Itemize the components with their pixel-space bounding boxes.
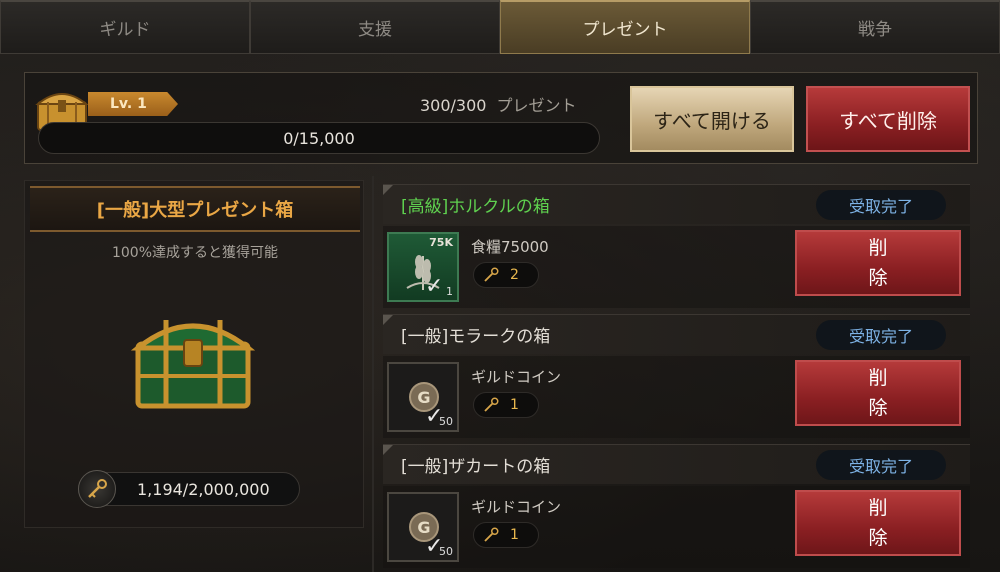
progress-text: 0/15,000 bbox=[283, 128, 355, 148]
key-cost: 2 bbox=[473, 262, 539, 288]
key-cost: 1 bbox=[473, 522, 539, 548]
gift-item-body: 75K ✓ 1 食糧75000 2 削 除 bbox=[383, 226, 970, 308]
gift-item-title: [一般]ザカートの箱 bbox=[401, 457, 551, 477]
reward-name: ギルドコイン bbox=[471, 368, 562, 386]
tab-present[interactable]: プレゼント bbox=[500, 0, 750, 54]
key-cost: 1 bbox=[473, 392, 539, 418]
delete-label-line2: 除 bbox=[868, 397, 888, 419]
key-icon bbox=[484, 527, 499, 542]
open-all-button[interactable]: すべて開ける bbox=[630, 86, 794, 152]
received-status-badge: 受取完了 bbox=[816, 190, 946, 220]
gift-item-body: G ✓ 50 ギルドコイン 1 削 除 bbox=[383, 486, 970, 568]
delete-button[interactable]: 削 除 bbox=[795, 230, 961, 296]
reward-count: 50 bbox=[439, 545, 453, 558]
large-present-subtitle: 100%達成すると獲得可能 bbox=[111, 245, 279, 261]
check-icon: ✓ bbox=[425, 274, 444, 299]
reward-thumbnail: G ✓ 50 bbox=[387, 362, 459, 432]
tab-support[interactable]: 支援 bbox=[250, 0, 500, 54]
panel-divider bbox=[372, 176, 374, 572]
reward-thumbnail: 75K ✓ 1 bbox=[387, 232, 459, 302]
large-present-title: [一般]大型プレゼント箱 bbox=[30, 186, 360, 232]
key-cost-value: 1 bbox=[510, 527, 519, 543]
gift-item-header: [高級]ホルクルの箱 受取完了 bbox=[383, 184, 970, 224]
reward-count: 1 bbox=[446, 285, 453, 298]
key-icon bbox=[78, 470, 116, 508]
gift-item-header: [一般]ザカートの箱 受取完了 bbox=[383, 444, 970, 484]
delete-button[interactable]: 削 除 bbox=[795, 490, 961, 556]
level-progress-bar: 0/15,000 bbox=[38, 122, 600, 154]
reward-thumbnail: G ✓ 50 bbox=[387, 492, 459, 562]
delete-label-line2: 除 bbox=[868, 527, 888, 549]
delete-button[interactable]: 削 除 bbox=[795, 360, 961, 426]
key-cost-value: 1 bbox=[510, 397, 519, 413]
reward-name: 食糧75000 bbox=[471, 238, 549, 256]
received-status-badge: 受取完了 bbox=[816, 450, 946, 480]
delete-label-line1: 削 bbox=[868, 367, 888, 389]
delete-label-line1: 削 bbox=[868, 497, 888, 519]
tab-war[interactable]: 戦争 bbox=[750, 0, 1000, 54]
gift-item-header: [一般]モラークの箱 受取完了 bbox=[383, 314, 970, 354]
received-status-badge: 受取完了 bbox=[816, 320, 946, 350]
reward-name: ギルドコイン bbox=[471, 498, 562, 516]
key-total-text: 1,194/2,000,000 bbox=[137, 479, 270, 499]
gift-item-title: [高級]ホルクルの箱 bbox=[401, 197, 550, 217]
delete-label-line2: 除 bbox=[868, 267, 888, 289]
level-badge: Lv. 1 bbox=[88, 92, 178, 116]
delete-label-line1: 削 bbox=[868, 237, 888, 259]
gift-item-title: [一般]モラークの箱 bbox=[401, 327, 551, 347]
large-chest-icon bbox=[130, 320, 256, 409]
gift-count-value: 300/300 bbox=[420, 96, 487, 115]
gift-item-body: G ✓ 50 ギルドコイン 1 削 除 bbox=[383, 356, 970, 438]
gift-count: 300/300 プレゼント bbox=[420, 92, 576, 116]
key-icon bbox=[484, 267, 499, 282]
key-icon bbox=[484, 397, 499, 412]
tab-bar: ギルド 支援 プレゼント 戦争 bbox=[0, 0, 1000, 54]
reward-count: 50 bbox=[439, 415, 453, 428]
key-cost-value: 2 bbox=[510, 267, 519, 283]
tab-guild[interactable]: ギルド bbox=[0, 0, 250, 54]
gift-count-label: プレゼント bbox=[496, 96, 577, 115]
delete-all-button[interactable]: すべて削除 bbox=[806, 86, 970, 152]
